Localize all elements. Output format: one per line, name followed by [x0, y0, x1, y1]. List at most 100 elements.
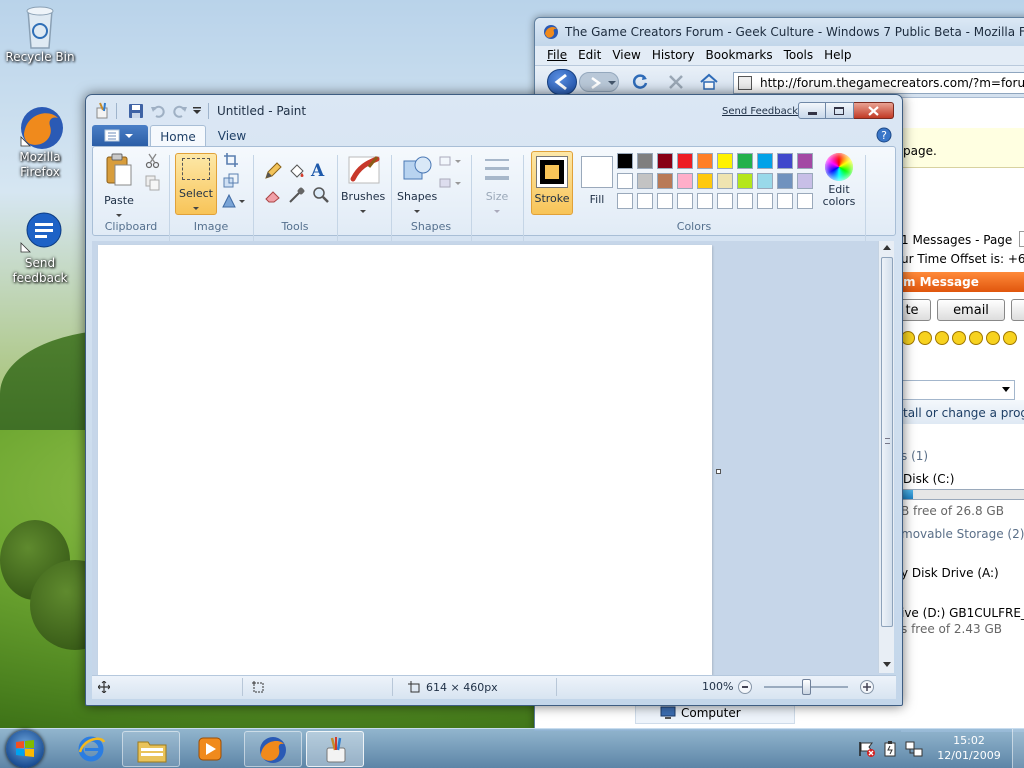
color-swatch[interactable]	[717, 193, 733, 209]
dvd-drive-label[interactable]: ive (D:) GB1CULFRE_EN	[901, 606, 1024, 620]
color-swatch[interactable]	[637, 173, 653, 189]
color-swatch[interactable]	[617, 193, 633, 209]
color-swatch[interactable]	[657, 173, 673, 189]
stroke-color-button[interactable]: Stroke	[531, 151, 573, 215]
color-swatch[interactable]	[777, 173, 793, 189]
url-bar[interactable]: http://forum.thegamecreators.com/?m=foru…	[733, 72, 1024, 94]
menu-bookmarks[interactable]: Bookmarks	[706, 48, 773, 62]
smiley-icon[interactable]	[918, 331, 932, 345]
color-swatch[interactable]	[797, 153, 813, 169]
network-icon[interactable]	[905, 741, 923, 757]
more-button[interactable]	[1011, 299, 1024, 321]
zoom-out-button[interactable]	[738, 680, 752, 694]
color-swatch[interactable]	[797, 193, 813, 209]
customize-qat-icon[interactable]	[192, 106, 202, 116]
color-swatch[interactable]	[677, 173, 693, 189]
clock[interactable]: 15:02 12/01/2009	[930, 733, 1008, 763]
taskbar-firefox[interactable]	[244, 731, 302, 767]
page-select[interactable]	[1019, 231, 1024, 247]
smiley-icon[interactable]	[952, 331, 966, 345]
home-icon[interactable]	[699, 72, 719, 92]
menu-file[interactable]: File	[547, 48, 567, 62]
fill-bucket-icon[interactable]	[287, 161, 307, 181]
tab-view[interactable]: View	[210, 129, 254, 143]
color-swatch[interactable]	[737, 153, 753, 169]
help-icon[interactable]: ?	[876, 127, 892, 143]
start-button[interactable]	[6, 730, 44, 768]
send-feedback-link[interactable]: Send Feedback	[722, 106, 798, 117]
zoom-slider-thumb[interactable]	[802, 679, 811, 695]
color-swatch[interactable]	[737, 193, 753, 209]
scroll-down-icon[interactable]	[883, 662, 891, 668]
show-desktop-button[interactable]	[1012, 729, 1024, 768]
smiley-icon[interactable]	[969, 331, 983, 345]
color-swatch[interactable]	[637, 193, 653, 209]
edit-colors-button[interactable]: Edit colors	[817, 153, 861, 215]
forward-button[interactable]	[579, 72, 619, 92]
eraser-icon[interactable]	[263, 185, 283, 205]
desktop-icon-mozilla-firefox[interactable]: Mozilla Firefox	[0, 104, 80, 180]
disk-c-label[interactable]: Disk (C:)	[903, 472, 954, 486]
crop-icon[interactable]	[223, 152, 239, 168]
back-button[interactable]	[547, 69, 577, 95]
desktop-icon-send-feedback[interactable]: Send feedback	[0, 210, 80, 286]
menu-view[interactable]: View	[612, 48, 640, 62]
power-icon[interactable]	[882, 741, 898, 757]
shapes-button[interactable]: Shapes	[397, 153, 437, 215]
color-swatch[interactable]	[617, 173, 633, 189]
smiley-icon[interactable]	[935, 331, 949, 345]
color-swatch[interactable]	[677, 153, 693, 169]
paint-window[interactable]: Untitled - Paint Send Feedback Home View…	[85, 94, 903, 706]
smiley-icon[interactable]	[901, 331, 915, 345]
menu-edit[interactable]: Edit	[578, 48, 601, 62]
taskbar-internet-explorer[interactable]	[62, 731, 120, 767]
canvas-resize-handle[interactable]	[716, 469, 721, 474]
drawing-canvas[interactable]	[98, 245, 712, 675]
reload-icon[interactable]	[631, 73, 649, 91]
minimize-button[interactable]	[798, 102, 826, 119]
resize-icon[interactable]	[223, 173, 239, 189]
color-swatch[interactable]	[657, 153, 673, 169]
color-swatch[interactable]	[717, 173, 733, 189]
color-swatch[interactable]	[697, 193, 713, 209]
menu-tools[interactable]: Tools	[784, 48, 814, 62]
taskbar-paint[interactable]	[306, 731, 364, 767]
desktop-icon-recycle-bin[interactable]: Recycle Bin	[0, 4, 80, 65]
smiley-icon[interactable]	[1003, 331, 1017, 345]
zoom-in-button[interactable]	[860, 680, 874, 694]
size-button[interactable]: Size	[477, 153, 517, 215]
paste-button[interactable]: Paste	[101, 153, 137, 217]
color-swatch[interactable]	[617, 153, 633, 169]
firefox-titlebar[interactable]: The Game Creators Forum - Geek Culture -…	[535, 18, 1024, 46]
redo-icon[interactable]	[172, 103, 188, 119]
scroll-thumb[interactable]	[881, 257, 893, 627]
fill-shape-icon[interactable]	[439, 177, 463, 191]
fill-color-button[interactable]: Fill	[577, 151, 617, 215]
floppy-drive-label[interactable]: y Disk Drive (A:)	[901, 566, 999, 580]
uninstall-program-link[interactable]: tall or change a progra	[903, 406, 1024, 420]
select-button[interactable]: Select	[175, 153, 217, 215]
menu-history[interactable]: History	[652, 48, 695, 62]
pencil-icon[interactable]	[263, 161, 283, 181]
cut-icon[interactable]	[145, 153, 161, 169]
taskbar-explorer[interactable]	[122, 731, 180, 767]
rotate-icon[interactable]	[221, 193, 245, 209]
copy-icon[interactable]	[145, 175, 161, 191]
tab-home[interactable]: Home	[150, 125, 206, 147]
color-swatch[interactable]	[757, 193, 773, 209]
color-swatch[interactable]	[777, 193, 793, 209]
smiley-icon[interactable]	[986, 331, 1000, 345]
outline-icon[interactable]	[439, 155, 463, 169]
color-swatch[interactable]	[637, 153, 653, 169]
color-swatch[interactable]	[697, 153, 713, 169]
color-picker-icon[interactable]	[287, 185, 307, 205]
taskbar-media-player[interactable]	[182, 731, 240, 767]
email-button[interactable]: email	[937, 299, 1005, 321]
color-swatch[interactable]	[717, 153, 733, 169]
magnifier-icon[interactable]	[311, 185, 331, 205]
color-swatch[interactable]	[757, 153, 773, 169]
close-button[interactable]	[854, 102, 894, 119]
text-tool-icon[interactable]: A	[311, 161, 324, 181]
undo-icon[interactable]	[150, 103, 166, 119]
stop-icon[interactable]	[667, 73, 685, 91]
